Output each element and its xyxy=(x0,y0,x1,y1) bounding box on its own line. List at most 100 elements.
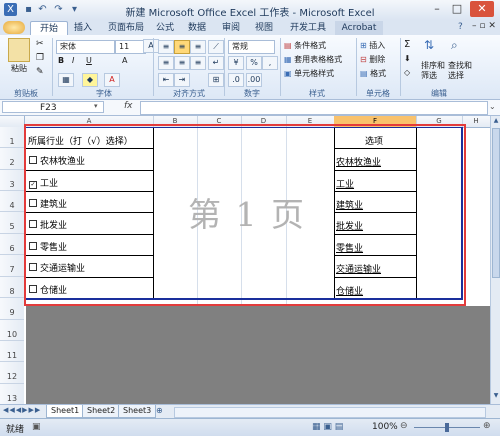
office-button[interactable] xyxy=(3,21,25,34)
zoom-level[interactable]: 100% xyxy=(372,422,398,432)
align-bottom-icon[interactable]: ≡ xyxy=(190,40,206,54)
font-color-icon[interactable]: A xyxy=(104,73,120,87)
conditional-formatting-label: 条件格式 xyxy=(294,41,327,50)
row-header-7[interactable]: 7 xyxy=(0,255,24,277)
macro-record-icon[interactable]: ▣ xyxy=(32,422,41,432)
clear-icon[interactable]: ◇ xyxy=(404,68,410,77)
scroll-thumb[interactable] xyxy=(492,128,500,278)
format-as-table-button[interactable]: ▦ 套用表格格式 xyxy=(284,54,342,65)
tab-home[interactable]: 开始 xyxy=(30,21,68,36)
row-header-9[interactable]: 9 xyxy=(0,298,24,320)
increase-decimal-icon[interactable]: .0 xyxy=(228,73,244,87)
horizontal-scrollbar[interactable] xyxy=(174,407,486,418)
format-cells-button[interactable]: ▤ 格式 xyxy=(360,68,386,79)
grow-font-icon[interactable]: A xyxy=(143,39,159,53)
comma-icon[interactable]: , xyxy=(262,56,278,70)
align-middle-icon[interactable]: ≡ xyxy=(174,40,190,54)
orientation-icon[interactable]: ⟋ xyxy=(208,40,224,54)
wrap-text-icon[interactable]: ↵ xyxy=(208,56,224,70)
separator xyxy=(400,38,401,96)
tab-insert[interactable]: 插入 xyxy=(68,21,98,35)
cells-group-label: 单元格 xyxy=(366,89,390,98)
increase-indent-icon[interactable]: ⇥ xyxy=(174,73,190,87)
font-name-select[interactable]: 宋体 xyxy=(56,40,115,54)
formula-input[interactable] xyxy=(140,101,488,115)
row-header-10[interactable]: 10 xyxy=(0,320,24,341)
insert-sheet-icon[interactable]: ⊕ xyxy=(156,406,163,415)
name-box[interactable]: F23 xyxy=(2,101,104,113)
insert-cells-button[interactable]: ⊞ 插入 xyxy=(360,40,385,51)
help-icon[interactable]: ? xyxy=(458,22,463,32)
insert-function-button[interactable]: fx xyxy=(124,101,133,111)
decrease-decimal-icon[interactable]: .00 xyxy=(246,73,262,87)
select-all-corner[interactable] xyxy=(0,116,25,127)
conditional-formatting-button[interactable]: ▤ 条件格式 xyxy=(284,40,326,51)
conditional-formatting-icon: ▤ xyxy=(284,41,295,50)
currency-icon[interactable]: ¥ xyxy=(228,56,244,70)
percent-icon[interactable]: % xyxy=(246,56,262,70)
number-format-select[interactable]: 常规 xyxy=(228,40,275,54)
row-header-1[interactable]: 1 xyxy=(0,127,24,148)
sort-filter-button[interactable]: 排序和筛选 xyxy=(421,61,445,81)
sheet-tab-2[interactable]: Sheet2 xyxy=(82,405,121,418)
underline-button[interactable]: U xyxy=(86,56,92,65)
column-header-h[interactable]: H xyxy=(462,116,490,127)
align-right-icon[interactable]: ≡ xyxy=(190,56,206,70)
row-header-6[interactable]: 6 xyxy=(0,234,24,255)
copy-icon[interactable]: ❐ xyxy=(36,53,44,63)
merge-center-icon[interactable]: ⊞ xyxy=(208,73,224,87)
ribbon-min-icon[interactable]: – ▫ ✕ xyxy=(472,21,496,31)
zoom-slider-thumb[interactable] xyxy=(445,423,449,432)
font-size-select[interactable]: 11 xyxy=(115,40,146,54)
autosum-button[interactable]: Σ xyxy=(404,39,410,50)
sheet-tab-1[interactable]: Sheet1 xyxy=(46,405,85,418)
row-header-13[interactable]: 13 xyxy=(0,384,24,404)
paste-icon[interactable] xyxy=(8,38,30,62)
delete-cells-button[interactable]: ⊟ 删除 xyxy=(360,54,385,65)
row-header-2[interactable]: 2 xyxy=(0,148,24,170)
zoom-in-icon[interactable]: ⊕ xyxy=(483,421,491,431)
formula-bar: F23 ▾ fx ⌄ xyxy=(0,100,500,116)
sheet-tab-3[interactable]: Sheet3 xyxy=(118,405,157,418)
tab-developer[interactable]: 开发工具 xyxy=(284,21,332,35)
align-left-icon[interactable]: ≡ xyxy=(158,56,174,70)
minimize-button[interactable]: – xyxy=(428,1,446,17)
tab-formulas[interactable]: 公式 xyxy=(152,21,178,35)
close-button[interactable]: ✕ xyxy=(470,1,494,17)
tab-page-layout[interactable]: 页面布局 xyxy=(102,21,150,35)
row-header-3[interactable]: 3 xyxy=(0,170,24,191)
find-select-button[interactable]: 查找和选择 xyxy=(448,61,472,81)
expand-formula-icon[interactable]: ⌄ xyxy=(489,102,496,111)
tab-acrobat[interactable]: Acrobat xyxy=(335,21,383,35)
borders-icon[interactable]: ▦ xyxy=(58,73,74,87)
cell-styles-button[interactable]: ▣ 单元格样式 xyxy=(284,68,334,79)
decrease-indent-icon[interactable]: ⇤ xyxy=(158,73,174,87)
tab-review[interactable]: 审阅 xyxy=(218,21,244,35)
format-painter-icon[interactable]: ✎ xyxy=(36,67,44,77)
row-header-12[interactable]: 12 xyxy=(0,362,24,384)
bold-button[interactable]: B xyxy=(58,56,64,65)
shrink-font-icon[interactable]: A xyxy=(122,56,127,65)
maximize-button[interactable]: □ xyxy=(448,1,466,17)
row-header-5[interactable]: 5 xyxy=(0,212,24,234)
scroll-up-icon[interactable]: ▲ xyxy=(492,117,500,126)
name-box-dropdown-icon[interactable]: ▾ xyxy=(94,102,98,110)
scroll-down-icon[interactable]: ▼ xyxy=(492,392,500,401)
row-header-4[interactable]: 4 xyxy=(0,191,24,212)
worksheet[interactable]: A B C D E F G H 1 2 3 4 5 6 7 8 9 10 11 … xyxy=(0,116,490,404)
view-buttons-icon[interactable]: ▦ ▣ ▤ xyxy=(312,422,343,432)
tab-data[interactable]: 数据 xyxy=(184,21,210,35)
fill-color-icon[interactable]: ◆ xyxy=(82,73,98,87)
zoom-out-icon[interactable]: ⊖ xyxy=(400,421,408,431)
tab-view[interactable]: 视图 xyxy=(250,21,278,35)
align-center-icon[interactable]: ≡ xyxy=(174,56,190,70)
sheet-nav-icon[interactable]: ◀◀◀▶▶▶ xyxy=(3,406,41,414)
italic-button[interactable]: I xyxy=(72,56,74,65)
fill-icon[interactable]: ⬇ xyxy=(404,54,411,63)
row-header-11[interactable]: 11 xyxy=(0,341,24,362)
row-header-8[interactable]: 8 xyxy=(0,277,24,298)
vertical-scrollbar[interactable]: ▲ ▼ xyxy=(490,116,500,404)
cut-icon[interactable]: ✂ xyxy=(36,39,44,49)
align-top-icon[interactable]: ≡ xyxy=(158,40,174,54)
paste-button[interactable]: 粘贴 xyxy=(11,63,27,74)
